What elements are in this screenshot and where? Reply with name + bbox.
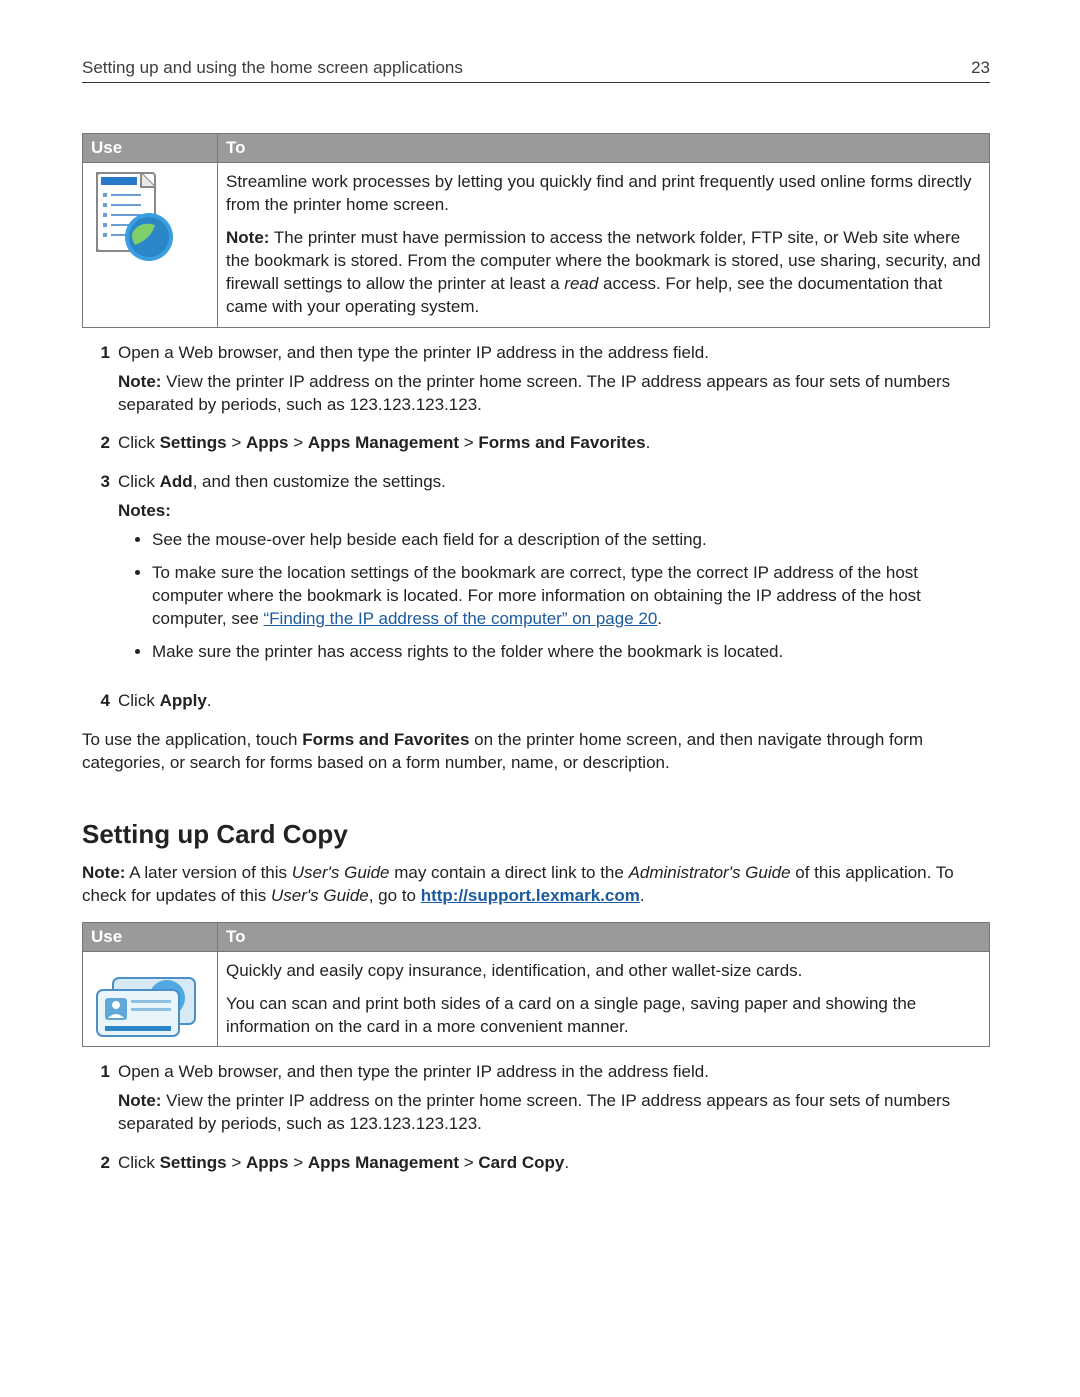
forms-favorites-note: Note: The printer must have permission t… [226, 227, 981, 319]
table-header-to: To [218, 134, 990, 163]
table-header-use: Use [83, 922, 218, 951]
support-link[interactable]: http://support.lexmark.com [421, 886, 640, 905]
card-copy-icon [91, 972, 201, 1038]
forms-favorites-icon [91, 171, 175, 265]
card-copy-intro: Note: A later version of this User's Gui… [82, 862, 990, 908]
table-header-use: Use [83, 134, 218, 163]
table-header-to: To [218, 922, 990, 951]
cc-step-1: 1 Open a Web browser, and then type the … [82, 1061, 990, 1136]
step-1-note: Note: View the printer IP address on the… [118, 371, 990, 417]
forms-favorites-desc: Streamline work processes by letting you… [226, 171, 981, 217]
step-2: 2 Click Settings > Apps > Apps Managemen… [82, 432, 990, 455]
step-3-note-2: To make sure the location settings of th… [152, 562, 990, 631]
card-copy-steps: 1 Open a Web browser, and then type the … [82, 1061, 990, 1175]
card-copy-desc-cell: Quickly and easily copy insurance, ident… [218, 951, 990, 1047]
card-copy-icon-cell [83, 951, 218, 1047]
find-ip-link[interactable]: “Finding the IP address of the computer”… [264, 609, 658, 628]
forms-favorites-table: Use To [82, 133, 990, 328]
step-3-note-3: Make sure the printer has access rights … [152, 641, 990, 664]
cc-step-2: 2 Click Settings > Apps > Apps Managemen… [82, 1152, 990, 1175]
step-3-notes-label: Notes: [118, 500, 990, 523]
header-title: Setting up and using the home screen app… [82, 58, 463, 78]
forms-favorites-closing: To use the application, touch Forms and … [82, 729, 990, 775]
card-copy-desc-1: Quickly and easily copy insurance, ident… [226, 960, 981, 983]
cc-step-1-note: Note: View the printer IP address on the… [118, 1090, 990, 1136]
heading-card-copy: Setting up Card Copy [82, 819, 990, 850]
step-4: 4 Click Apply. [82, 690, 990, 713]
step-3-notes: See the mouse-over help beside each fiel… [118, 529, 990, 664]
forms-favorites-desc-cell: Streamline work processes by letting you… [218, 163, 990, 328]
card-copy-table: Use To Quickly and easily c [82, 922, 990, 1048]
running-header: Setting up and using the home screen app… [82, 58, 990, 83]
forms-favorites-steps: 1 Open a Web browser, and then type the … [82, 342, 990, 713]
card-copy-desc-2: You can scan and print both sides of a c… [226, 993, 981, 1039]
step-1: 1 Open a Web browser, and then type the … [82, 342, 990, 417]
forms-favorites-icon-cell [83, 163, 218, 328]
step-3-note-1: See the mouse-over help beside each fiel… [152, 529, 990, 552]
step-3: 3 Click Add, and then customize the sett… [82, 471, 990, 674]
document-page: Setting up and using the home screen app… [0, 0, 1080, 1251]
header-page-number: 23 [971, 58, 990, 78]
